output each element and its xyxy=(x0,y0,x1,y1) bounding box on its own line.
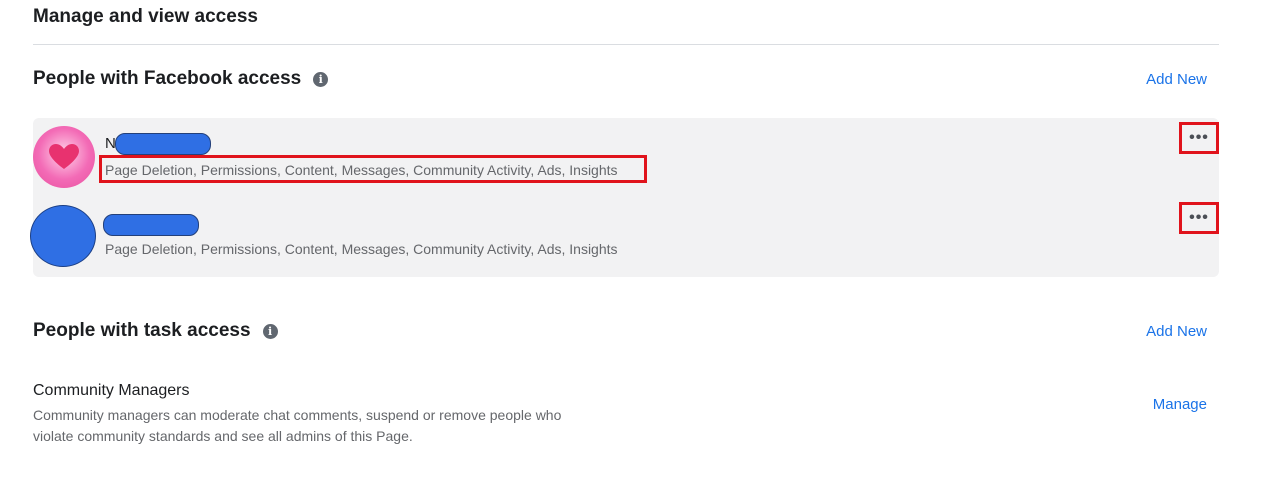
facebook-access-title: People with Facebook access i xyxy=(33,68,329,90)
avatar[interactable] xyxy=(33,126,95,188)
community-managers-description-line: violate community standards and see all … xyxy=(33,428,413,444)
task-access-title: People with task access i xyxy=(33,320,278,342)
section-divider xyxy=(33,44,1219,45)
info-icon[interactable]: i xyxy=(313,71,329,87)
more-options-button[interactable]: ••• xyxy=(1179,202,1219,234)
more-dots-icon: ••• xyxy=(1189,209,1209,226)
facebook-access-title-text: People with Facebook access xyxy=(33,68,302,89)
community-managers-title: Community Managers xyxy=(33,382,190,399)
page-title: Manage and view access xyxy=(33,6,258,27)
community-managers-description: Community managers can moderate chat com… xyxy=(33,405,633,447)
person-row: N Page Deletion, Permissions, Content, M… xyxy=(33,118,1219,196)
heart-icon xyxy=(49,144,79,170)
person-permissions: Page Deletion, Permissions, Content, Mes… xyxy=(105,162,618,178)
community-managers-description-line: Community managers can moderate chat com… xyxy=(33,407,562,423)
task-access-add-new-button[interactable]: Add New xyxy=(1146,323,1207,340)
manage-community-managers-button[interactable]: Manage xyxy=(1153,396,1207,413)
facebook-access-list: N Page Deletion, Permissions, Content, M… xyxy=(30,118,1219,277)
name-redaction xyxy=(115,133,211,155)
info-icon[interactable]: i xyxy=(262,323,278,339)
page-root: Manage and view access People with Faceb… xyxy=(0,0,1267,480)
person-permissions: Page Deletion, Permissions, Content, Mes… xyxy=(105,241,618,257)
facebook-access-add-new-button[interactable]: Add New xyxy=(1146,71,1207,88)
more-options-button[interactable]: ••• xyxy=(1179,122,1219,154)
avatar[interactable] xyxy=(30,205,96,267)
task-access-title-text: People with task access xyxy=(33,320,251,341)
person-row: Page Deletion, Permissions, Content, Mes… xyxy=(30,196,1219,274)
name-redaction xyxy=(103,214,199,236)
more-dots-icon: ••• xyxy=(1189,129,1209,146)
